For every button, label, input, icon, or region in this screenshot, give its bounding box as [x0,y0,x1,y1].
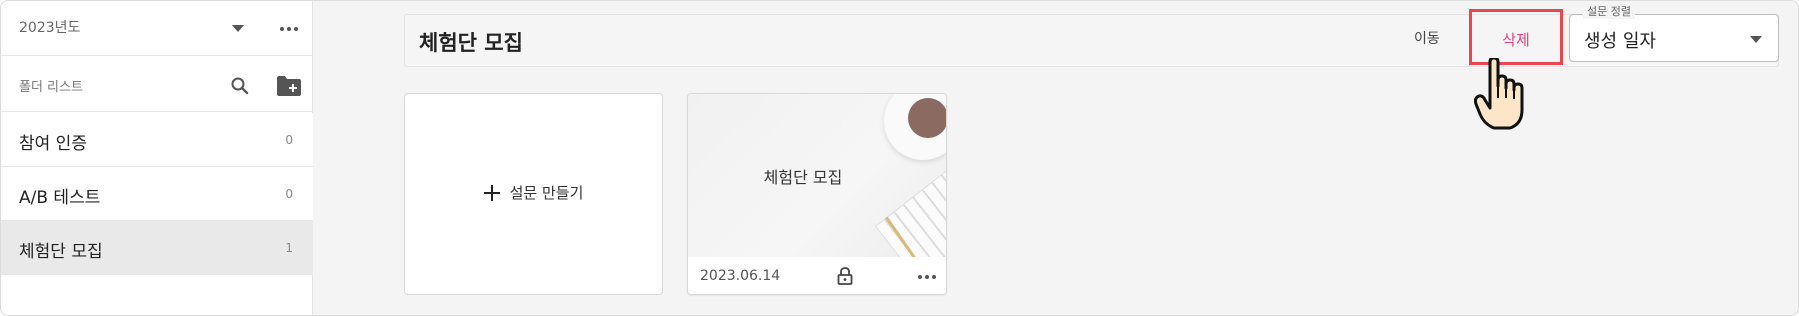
sidebar-item-participation[interactable]: 참여 인증 0 [1,113,313,167]
chevron-down-icon[interactable] [232,25,244,32]
plus-icon [483,184,500,201]
page-title: 체험단 모집 [419,31,523,55]
sort-legend: 설문 정렬 [1583,3,1635,19]
survey-card-footer: 2023.06.14 [688,257,946,294]
folder-list-header: 폴더 리스트 [1,57,313,112]
sidebar-item-count: 0 [285,133,293,147]
delete-button-label: 삭제 [1502,32,1530,49]
survey-thumbnail: 체험단 모집 [688,94,946,257]
sort-select[interactable]: 생성 일자 [1569,14,1779,62]
app-window: 2023년도 폴더 리스트 참여 인증 0 A/B 테스트 0 체험단 모집 1 [0,0,1799,316]
move-button[interactable]: 이동 [1414,28,1440,48]
survey-card-title: 체험단 모집 [763,168,843,187]
sidebar-item-label: 참여 인증 [19,134,87,154]
survey-card[interactable]: 체험단 모집 2023.06.14 [687,93,947,295]
sidebar-item-label: A/B 테스트 [19,188,101,208]
add-folder-icon[interactable] [276,75,302,97]
create-survey-label: 설문 만들기 [509,184,584,202]
folder-list-label: 폴더 리스트 [19,80,83,95]
sidebar-item-ab-test[interactable]: A/B 테스트 0 [1,167,313,221]
pointing-hand-icon [1474,58,1524,130]
more-icon[interactable] [918,275,936,279]
survey-card-date: 2023.06.14 [700,268,781,284]
create-survey-card[interactable]: 설문 만들기 [404,93,663,295]
year-label: 2023년도 [19,20,81,36]
sidebar-item-count: 1 [285,241,293,255]
year-selector[interactable]: 2023년도 [1,1,313,56]
coffee-image [908,98,946,138]
search-icon[interactable] [230,76,250,96]
lock-icon[interactable] [837,267,853,285]
sidebar-item-label: 체험단 모집 [19,242,103,262]
delete-button[interactable]: 삭제 [1469,9,1563,65]
more-icon[interactable] [280,27,298,31]
sidebar-item-count: 0 [285,187,293,201]
sidebar: 2023년도 폴더 리스트 참여 인증 0 A/B 테스트 0 체험단 모집 1 [1,1,313,315]
sort-value: 생성 일자 [1584,31,1656,52]
chevron-down-icon [1750,36,1762,43]
sidebar-item-tester-recruit[interactable]: 체험단 모집 1 [1,221,313,275]
